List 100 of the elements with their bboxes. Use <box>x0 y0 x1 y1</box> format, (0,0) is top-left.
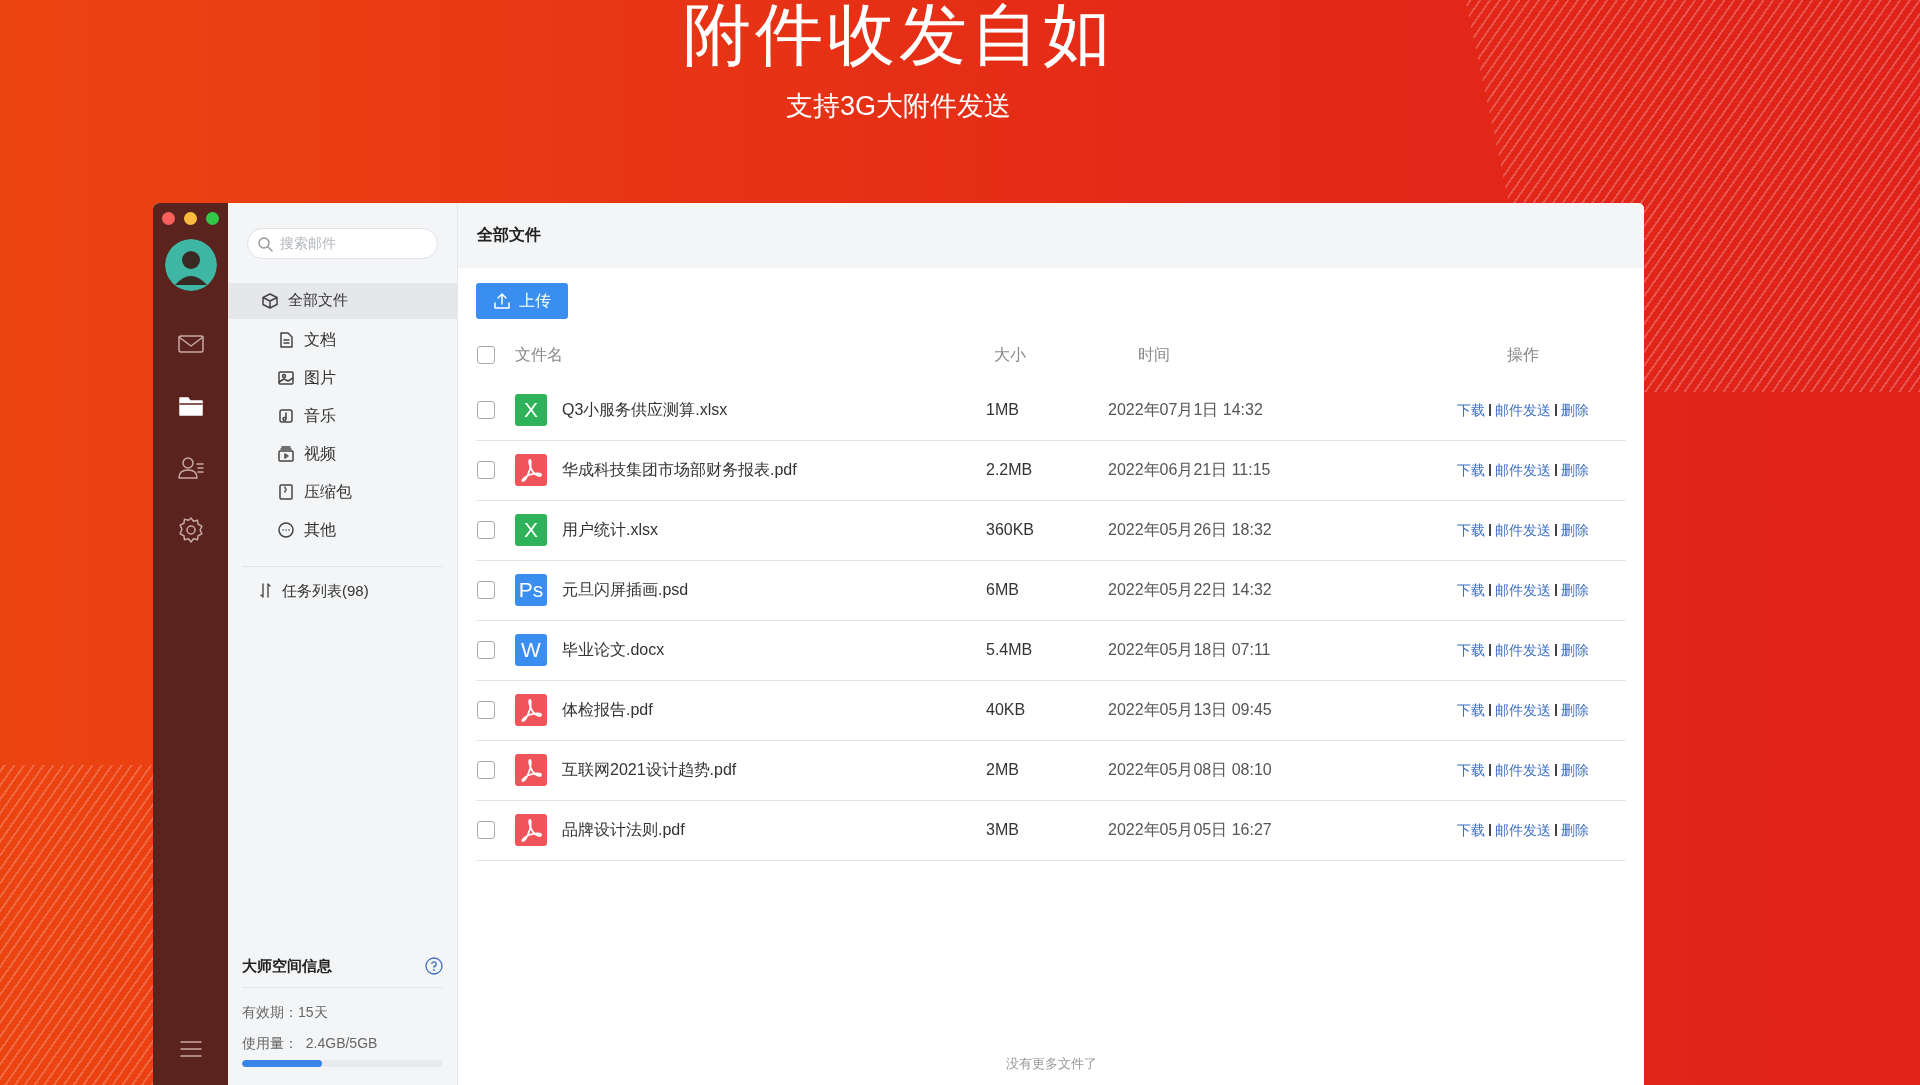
row-checkbox[interactable] <box>477 641 495 659</box>
upload-icon <box>493 291 511 310</box>
action-link[interactable]: 下载 <box>1457 519 1485 541</box>
sidebar-item[interactable]: 全部文件 <box>228 282 457 319</box>
video-icon <box>277 444 295 463</box>
file-size: 360KB <box>986 520 1036 540</box>
action-link[interactable]: 邮件发送 <box>1495 639 1551 661</box>
row-checkbox[interactable] <box>477 701 495 719</box>
action-link[interactable]: 邮件发送 <box>1495 399 1551 421</box>
column-header: 时间 <box>1137 344 1170 365</box>
file-name: 品牌设计法则.pdf <box>562 820 686 840</box>
image-file-icon: Ps <box>515 574 547 606</box>
action-link[interactable]: 下载 <box>1457 759 1485 781</box>
select-all-checkbox[interactable] <box>477 345 495 364</box>
action-link[interactable]: 删除 <box>1561 579 1589 601</box>
file-time: 2022年05月05日 16:27 <box>1108 820 1273 840</box>
sidebar-item[interactable]: 压缩包 <box>228 472 457 511</box>
column-header: 文件名 <box>514 344 564 365</box>
sidebar-item[interactable]: 文档 <box>228 320 457 359</box>
file-name: 用户统计.xlsx <box>562 520 659 540</box>
file-time: 2022年07月1日 14:32 <box>1108 400 1264 420</box>
action-link[interactable]: 邮件发送 <box>1495 519 1551 541</box>
action-link[interactable]: 邮件发送 <box>1495 819 1551 841</box>
document-file-icon: W <box>515 634 547 666</box>
music-icon <box>277 406 295 425</box>
sidebar-item[interactable]: 音乐 <box>228 396 457 435</box>
cube-icon <box>261 291 279 310</box>
banner-subtitle: 支持3G大附件发送 <box>786 90 1011 123</box>
file-size: 1MB <box>986 400 1020 420</box>
file-size: 40KB <box>986 700 1027 720</box>
file-time: 2022年05月08日 08:10 <box>1108 760 1273 780</box>
archive-icon <box>277 482 295 501</box>
row-checkbox[interactable] <box>477 821 495 839</box>
sidebar-item[interactable]: 其他 <box>228 510 457 549</box>
action-link[interactable]: 删除 <box>1561 399 1589 421</box>
action-link[interactable]: 下载 <box>1457 699 1485 721</box>
file-name: Q3小服务供应测算.xlsx <box>562 400 729 420</box>
action-link[interactable]: 邮件发送 <box>1495 759 1551 781</box>
pdf-file-icon <box>515 754 547 786</box>
column-header: 操作 <box>1507 344 1539 365</box>
action-link[interactable]: 下载 <box>1457 399 1485 421</box>
row-checkbox[interactable] <box>477 581 495 599</box>
page-title: 全部文件 <box>477 225 541 245</box>
validity-text: 有效期：15天 <box>242 1003 329 1022</box>
action-link[interactable]: 邮件发送 <box>1495 579 1551 601</box>
action-link[interactable]: 下载 <box>1457 819 1485 841</box>
file-name: 元旦闪屏插画.psd <box>562 580 690 600</box>
column-header: 大小 <box>993 344 1026 365</box>
upload-button[interactable]: 上传 <box>476 282 568 319</box>
row-checkbox[interactable] <box>477 401 495 419</box>
usage-text: 使用量： 2.4GB/5GB <box>242 1034 379 1053</box>
window-control[interactable] <box>184 211 197 225</box>
sidebar-item[interactable]: 图片 <box>228 358 457 397</box>
action-link[interactable]: 下载 <box>1457 459 1485 481</box>
document-icon <box>277 330 295 349</box>
more-icon <box>277 520 295 539</box>
task-list-item[interactable]: 任务列表(98) <box>228 578 457 603</box>
action-link[interactable]: 删除 <box>1561 759 1589 781</box>
file-size: 5.4MB <box>986 640 1034 660</box>
file-name: 互联网2021设计趋势.pdf <box>562 760 738 780</box>
file-time: 2022年05月26日 18:32 <box>1108 520 1273 540</box>
pdf-file-icon <box>515 814 547 846</box>
help-icon <box>425 956 443 975</box>
action-link[interactable]: 删除 <box>1561 459 1589 481</box>
help-button[interactable] <box>425 956 443 975</box>
action-link[interactable]: 邮件发送 <box>1495 459 1551 481</box>
banner-title: 附件收发自如 <box>682 0 1115 68</box>
image-icon <box>277 368 295 387</box>
action-link[interactable]: 删除 <box>1561 639 1589 661</box>
action-link[interactable]: 下载 <box>1457 579 1485 601</box>
file-time: 2022年05月22日 14:32 <box>1108 580 1273 600</box>
action-link[interactable]: 删除 <box>1561 699 1589 721</box>
row-checkbox[interactable] <box>477 461 495 479</box>
file-size: 2.2MB <box>986 460 1034 480</box>
pdf-file-icon <box>515 694 547 726</box>
action-link[interactable]: 删除 <box>1561 519 1589 541</box>
pdf-file-icon <box>515 454 547 486</box>
action-link[interactable]: 删除 <box>1561 819 1589 841</box>
action-link[interactable]: 下载 <box>1457 639 1485 661</box>
sort-icon <box>258 581 272 600</box>
file-size: 3MB <box>986 820 1020 840</box>
sidebar-item[interactable]: 视频 <box>228 434 457 473</box>
storage-title: 大师空间信息 <box>242 955 332 976</box>
spreadsheet-file-icon: X <box>515 514 547 546</box>
action-link[interactable]: 邮件发送 <box>1495 699 1551 721</box>
avatar[interactable] <box>164 238 217 291</box>
file-time: 2022年05月13日 09:45 <box>1108 700 1273 720</box>
file-name: 毕业论文.docx <box>562 640 666 660</box>
file-time: 2022年05月18日 07:11 <box>1108 640 1272 660</box>
file-size: 6MB <box>986 580 1020 600</box>
window-control[interactable] <box>206 211 219 225</box>
row-checkbox[interactable] <box>477 521 495 539</box>
search-field[interactable]: 搜索邮件 <box>247 227 438 259</box>
row-checkbox[interactable] <box>477 761 495 779</box>
file-size: 2MB <box>986 760 1020 780</box>
end-of-list-text: 没有更多文件了 <box>1005 1054 1097 1073</box>
file-name: 体检报告.pdf <box>562 700 654 720</box>
file-time: 2022年06月21日 11:15 <box>1108 460 1272 480</box>
spreadsheet-file-icon: X <box>515 394 547 426</box>
window-control[interactable] <box>162 211 175 225</box>
